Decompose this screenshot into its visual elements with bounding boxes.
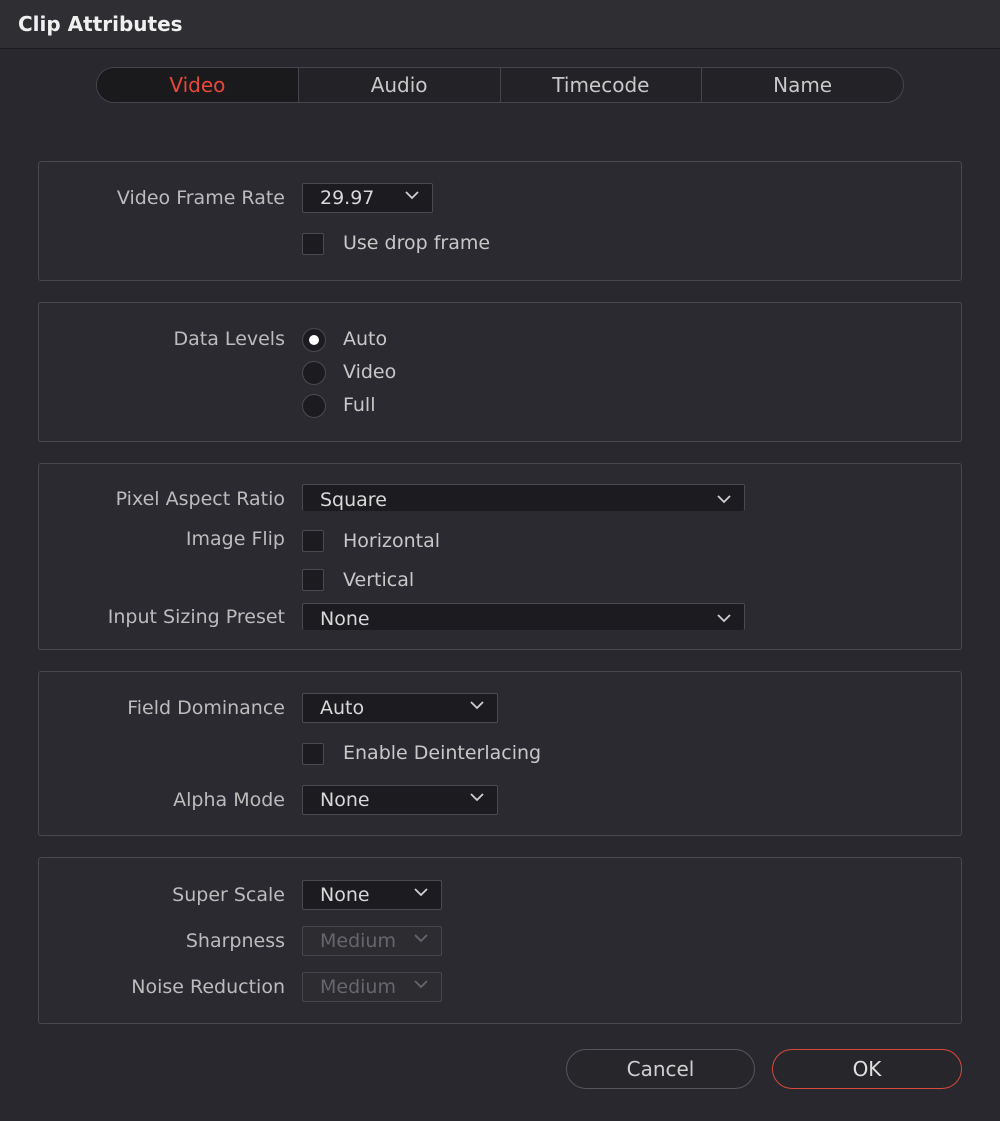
- chevron-down-icon: [470, 793, 484, 802]
- data-levels-panel: Data Levels Auto Video Full: [38, 302, 962, 442]
- pixel-aspect-ratio-value: Square: [320, 489, 387, 511]
- sharpness-dropdown: Medium: [302, 926, 442, 956]
- enable-deinterlacing-label: Enable Deinterlacing: [343, 742, 542, 764]
- image-panel: Pixel Aspect Ratio Square Image Flip Hor…: [38, 463, 962, 650]
- input-sizing-preset-label: Input Sizing Preset: [107, 606, 285, 628]
- chevron-down-icon: [414, 888, 428, 897]
- title-bar: Clip Attributes: [0, 0, 1000, 49]
- tab-bar: Video Audio Timecode Name: [96, 67, 904, 103]
- alpha-mode-dropdown[interactable]: None: [302, 785, 498, 815]
- alpha-mode-label: Alpha Mode: [173, 789, 285, 811]
- frame-rate-panel: Video Frame Rate 29.97 Use drop frame: [38, 161, 962, 281]
- pixel-aspect-ratio-label: Pixel Aspect Ratio: [115, 488, 285, 510]
- sharpness-label: Sharpness: [185, 930, 285, 952]
- image-flip-label: Image Flip: [185, 528, 285, 550]
- use-drop-frame-label: Use drop frame: [343, 232, 491, 254]
- data-levels-full-label: Full: [343, 394, 376, 416]
- use-drop-frame-checkbox[interactable]: [302, 233, 324, 255]
- field-dominance-value: Auto: [320, 697, 365, 719]
- tab-audio[interactable]: Audio: [297, 68, 500, 102]
- tab-timecode[interactable]: Timecode: [499, 68, 702, 102]
- data-levels-full-radio[interactable]: [302, 394, 326, 418]
- field-dominance-dropdown[interactable]: Auto: [302, 693, 498, 723]
- video-frame-rate-label: Video Frame Rate: [116, 187, 285, 209]
- super-scale-dropdown[interactable]: None: [302, 880, 442, 910]
- chevron-down-icon: [414, 934, 428, 943]
- window-title: Clip Attributes: [18, 12, 183, 36]
- ok-button[interactable]: OK: [772, 1049, 962, 1089]
- flip-horizontal-checkbox[interactable]: [302, 530, 324, 552]
- cancel-button[interactable]: Cancel: [566, 1049, 755, 1089]
- field-dominance-label: Field Dominance: [127, 697, 285, 719]
- pixel-aspect-ratio-dropdown[interactable]: Square: [302, 484, 745, 511]
- flip-vertical-label: Vertical: [343, 569, 415, 591]
- alpha-mode-value: None: [320, 789, 370, 811]
- noise-reduction-dropdown: Medium: [302, 972, 442, 1002]
- video-frame-rate-value: 29.97: [320, 187, 375, 209]
- data-levels-video-label: Video: [343, 361, 397, 383]
- video-frame-rate-dropdown[interactable]: 29.97: [302, 183, 433, 213]
- input-sizing-preset-dropdown[interactable]: None: [302, 603, 745, 630]
- flip-vertical-checkbox[interactable]: [302, 569, 324, 591]
- chevron-down-icon: [414, 980, 428, 989]
- input-sizing-preset-value: None: [320, 608, 370, 630]
- tab-video[interactable]: Video: [97, 68, 298, 102]
- chevron-down-icon: [405, 191, 419, 200]
- super-scale-label: Super Scale: [172, 884, 285, 906]
- enable-deinterlacing-checkbox[interactable]: [302, 743, 324, 765]
- tab-name[interactable]: Name: [701, 68, 903, 102]
- noise-reduction-label: Noise Reduction: [131, 976, 285, 998]
- data-levels-auto-radio[interactable]: [302, 328, 326, 352]
- super-scale-panel: Super Scale None Sharpness Medium Noise …: [38, 857, 962, 1024]
- data-levels-label: Data Levels: [173, 328, 285, 350]
- chevron-down-icon: [717, 614, 731, 623]
- chevron-down-icon: [470, 701, 484, 710]
- data-levels-auto-label: Auto: [343, 328, 388, 350]
- super-scale-value: None: [320, 884, 370, 906]
- flip-horizontal-label: Horizontal: [343, 530, 441, 552]
- sharpness-value: Medium: [320, 930, 396, 952]
- field-panel: Field Dominance Auto Enable Deinterlacin…: [38, 671, 962, 836]
- noise-reduction-value: Medium: [320, 976, 396, 998]
- data-levels-video-radio[interactable]: [302, 361, 326, 385]
- chevron-down-icon: [717, 495, 731, 504]
